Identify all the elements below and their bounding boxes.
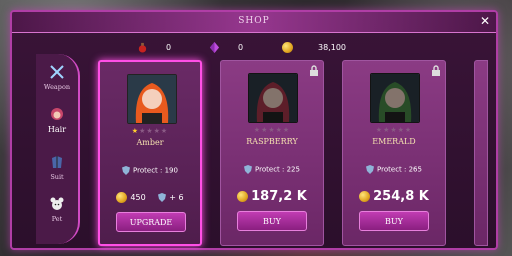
currency-potion: 0	[137, 40, 171, 54]
price-text: 187,2 K	[251, 189, 307, 204]
suit-icon	[52, 156, 62, 168]
sidebar-label-pet: Pet	[51, 215, 63, 223]
buy-price: 187,2 K	[221, 189, 323, 204]
sidebar-item-pet[interactable]: Pet	[36, 196, 78, 223]
shop-title: SHOP	[238, 16, 270, 26]
close-button[interactable]: ✕	[480, 14, 490, 28]
lock-icon	[432, 65, 440, 76]
sword-icon	[50, 65, 64, 79]
coin-icon	[237, 191, 249, 202]
lock-icon	[310, 65, 318, 76]
sidebar-label-suit: Suit	[50, 173, 64, 181]
star-rating: ★★★★★	[131, 127, 169, 135]
coin-icon	[282, 41, 293, 53]
item-card-emerald[interactable]: ★★★★★ Emerald Protect : 265 254,8 K Buy	[342, 60, 446, 246]
currency-gem: 0	[209, 40, 243, 54]
upgrade-cost: 450 + 6	[100, 192, 200, 203]
sidebar-item-weapon[interactable]: Weapon	[36, 64, 78, 91]
coin-icon	[359, 191, 371, 202]
item-card-raspberry[interactable]: ★★★★★ Raspberry Protect : 225 187,2 K Bu…	[220, 60, 324, 246]
upgrade-price: 450	[130, 193, 146, 202]
sidebar-item-hair[interactable]: Hair	[36, 106, 78, 134]
buy-button[interactable]: Buy	[237, 211, 307, 231]
emerald-portrait	[370, 73, 420, 123]
item-name: Amber	[136, 138, 164, 147]
upgrade-button[interactable]: Upgrade	[116, 212, 186, 232]
buy-price: 254,8 K	[343, 189, 445, 204]
raspberry-portrait	[248, 73, 298, 123]
shield-icon	[158, 193, 167, 202]
category-sidebar: Weapon Hair Suit Pet	[36, 54, 80, 244]
gem-icon	[209, 41, 220, 53]
item-card-amber[interactable]: ★★★★★ Amber Protect : 190 450 + 6 Upgrad…	[98, 60, 202, 246]
coin-icon	[116, 192, 128, 203]
amber-portrait	[127, 74, 177, 124]
sidebar-item-suit[interactable]: Suit	[36, 154, 78, 181]
item-name: Raspberry	[246, 137, 298, 146]
next-card-peek[interactable]	[474, 60, 488, 246]
shield-icon	[366, 165, 375, 174]
shield-icon	[244, 165, 253, 174]
potion-icon	[138, 42, 147, 53]
shield-icon	[122, 166, 131, 175]
protect-text: Protect : 190	[133, 166, 178, 175]
hair-icon	[51, 108, 63, 120]
price-text: 254,8 K	[373, 189, 429, 204]
protect-text: Protect : 265	[377, 165, 422, 174]
pet-icon	[50, 197, 64, 210]
protect-stat: Protect : 190	[100, 166, 200, 175]
protect-stat: Protect : 225	[221, 165, 323, 174]
shop-panel: SHOP ✕ 0 0 38,100 Weapon Hair Suit Pet ★…	[10, 10, 498, 250]
star-rating: ★★★★★	[253, 126, 291, 134]
buy-button[interactable]: Buy	[359, 211, 429, 231]
coin-count: 38,100	[318, 42, 346, 52]
gem-count: 0	[238, 42, 244, 52]
star-rating: ★★★★★	[375, 126, 413, 134]
protect-bonus: + 6	[169, 193, 184, 202]
sidebar-label-weapon: Weapon	[43, 83, 71, 91]
currency-coin: 38,100	[282, 40, 346, 54]
item-name: Emerald	[372, 137, 416, 146]
protect-stat: Protect : 265	[343, 165, 445, 174]
sidebar-label-hair: Hair	[47, 125, 67, 134]
potion-count: 0	[166, 42, 172, 52]
title-bar: SHOP ✕	[12, 12, 496, 33]
protect-text: Protect : 225	[255, 165, 300, 174]
